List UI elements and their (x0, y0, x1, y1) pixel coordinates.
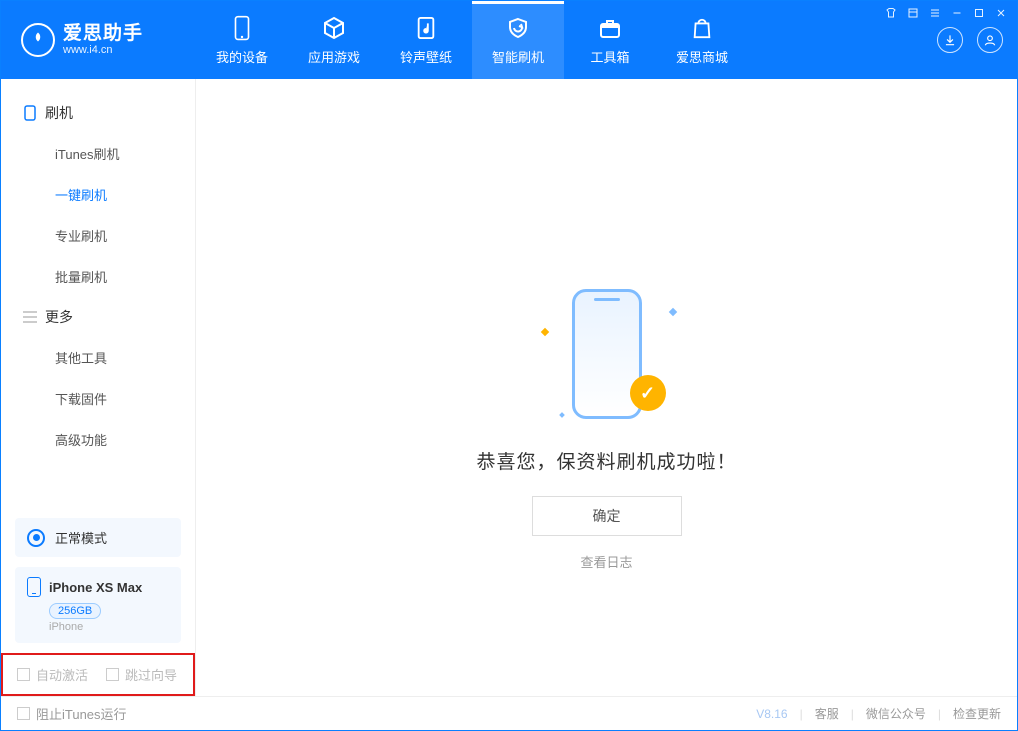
device-card[interactable]: iPhone XS Max 256GB iPhone (15, 567, 181, 643)
checkbox-icon (17, 668, 30, 681)
toolbox-icon (596, 14, 624, 42)
nav-apps[interactable]: 应用游戏 (288, 1, 380, 79)
nav-label: 爱思商城 (676, 47, 728, 66)
nav-toolbox[interactable]: 工具箱 (564, 1, 656, 79)
sidebar-item-itunes-flash[interactable]: iTunes刷机 (1, 133, 195, 174)
bag-icon (688, 14, 716, 42)
app-name: 爱思助手 (63, 24, 143, 45)
main-nav: 我的设备 应用游戏 铃声壁纸 智能刷机 工具箱 爱思商城 (196, 1, 748, 79)
app-header: 爱思助手 www.i4.cn 我的设备 应用游戏 铃声壁纸 智能刷机 工具箱 爱… (1, 1, 1017, 79)
mode-card[interactable]: 正常模式 (15, 518, 181, 557)
device-icon (27, 577, 41, 597)
footer-support[interactable]: 客服 (815, 705, 839, 722)
success-message: 恭喜您，保资料刷机成功啦！ (476, 447, 736, 474)
sidebar-item-advanced[interactable]: 高级功能 (1, 419, 195, 460)
logo: 爱思助手 www.i4.cn (1, 1, 196, 79)
close-icon[interactable] (995, 7, 1007, 22)
checkbox-block-itunes[interactable]: 阻止iTunes运行 (17, 704, 127, 723)
device-zone: 正常模式 iPhone XS Max 256GB iPhone (1, 518, 195, 653)
checkbox-icon (106, 668, 119, 681)
checkbox-label: 自动激活 (36, 665, 88, 684)
nav-label: 工具箱 (590, 47, 629, 66)
refresh-shield-icon (504, 14, 532, 42)
minimize-icon[interactable] (951, 7, 963, 22)
cube-icon (320, 14, 348, 42)
ok-button[interactable]: 确定 (531, 496, 681, 536)
nav-smart-flash[interactable]: 智能刷机 (472, 1, 564, 79)
version-label: V8.16 (756, 707, 787, 721)
app-url: www.i4.cn (63, 44, 143, 56)
success-illustration: ✓ (531, 279, 681, 429)
checkbox-auto-activate[interactable]: 自动激活 (17, 665, 88, 684)
checkbox-label: 跳过向导 (125, 665, 177, 684)
nav-store[interactable]: 爱思商城 (656, 1, 748, 79)
sidebar-item-pro-flash[interactable]: 专业刷机 (1, 215, 195, 256)
sidebar-item-batch-flash[interactable]: 批量刷机 (1, 256, 195, 297)
nav-label: 铃声壁纸 (400, 47, 452, 66)
sidebar-item-other-tools[interactable]: 其他工具 (1, 337, 195, 378)
view-log-link[interactable]: 查看日志 (580, 552, 632, 571)
section-title: 更多 (45, 307, 73, 327)
device-name: iPhone XS Max (49, 580, 142, 595)
sidebar-section-more: 更多 (1, 297, 195, 337)
sidebar-bottom-options: 自动激活 跳过向导 (1, 653, 195, 696)
device-capacity: 256GB (49, 603, 101, 619)
nav-label: 我的设备 (216, 47, 268, 66)
footer-wechat[interactable]: 微信公众号 (866, 705, 926, 722)
maximize-icon[interactable] (973, 7, 985, 22)
phone-outline-icon (23, 106, 37, 120)
list-icon[interactable] (907, 7, 919, 22)
sidebar-item-oneclick-flash[interactable]: 一键刷机 (1, 174, 195, 215)
sidebar: 刷机 iTunes刷机 一键刷机 专业刷机 批量刷机 更多 其他工具 下载固件 … (1, 79, 196, 696)
music-file-icon (412, 14, 440, 42)
footer: 阻止iTunes运行 V8.16 | 客服 | 微信公众号 | 检查更新 (1, 696, 1017, 730)
phone-icon (228, 14, 256, 42)
sidebar-item-download-firmware[interactable]: 下载固件 (1, 378, 195, 419)
download-button[interactable] (937, 27, 963, 53)
shirt-icon[interactable] (885, 7, 897, 22)
checkbox-skip-guide[interactable]: 跳过向导 (106, 665, 177, 684)
checkbox-icon (17, 707, 30, 720)
account-button[interactable] (977, 27, 1003, 53)
nav-ringtones[interactable]: 铃声壁纸 (380, 1, 472, 79)
footer-check-update[interactable]: 检查更新 (953, 705, 1001, 722)
section-title: 刷机 (45, 103, 73, 123)
device-sub: iPhone (49, 621, 169, 633)
nav-label: 应用游戏 (308, 47, 360, 66)
list-icon (23, 310, 37, 324)
mode-icon (27, 529, 45, 547)
checkbox-label: 阻止iTunes运行 (36, 704, 127, 723)
check-icon: ✓ (629, 375, 665, 411)
nav-label: 智能刷机 (492, 47, 544, 66)
main-content: ✓ 恭喜您，保资料刷机成功啦！ 确定 查看日志 (196, 79, 1017, 696)
logo-badge-icon (21, 23, 55, 57)
menu-icon[interactable] (929, 7, 941, 22)
body: 刷机 iTunes刷机 一键刷机 专业刷机 批量刷机 更多 其他工具 下载固件 … (1, 79, 1017, 696)
nav-my-device[interactable]: 我的设备 (196, 1, 288, 79)
sidebar-section-flash: 刷机 (1, 93, 195, 133)
mode-label: 正常模式 (55, 528, 107, 547)
window-controls (885, 7, 1007, 22)
